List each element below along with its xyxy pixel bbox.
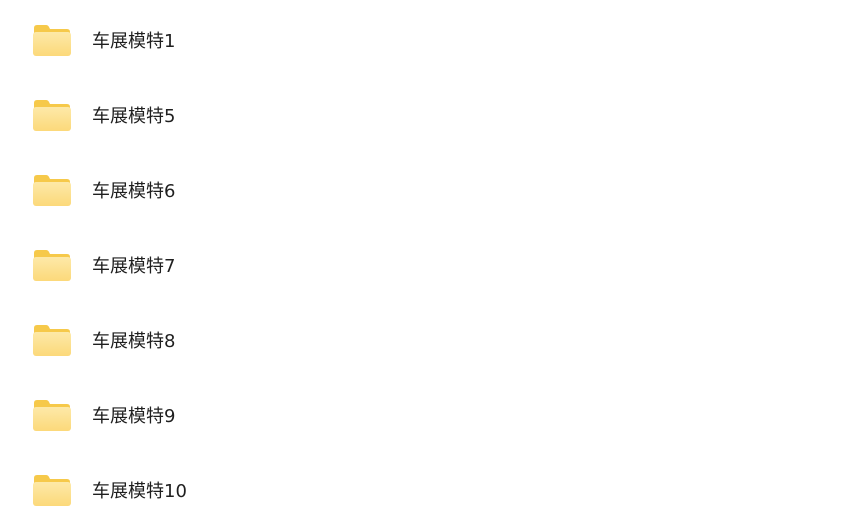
folder-item-9[interactable]: 车展模特9 — [22, 392, 442, 438]
folder-name: 车展模特6 — [92, 181, 176, 202]
folder-name: 车展模特5 — [92, 106, 176, 127]
folder-name: 车展模特10 — [92, 481, 187, 502]
folder-name: 车展模特9 — [92, 406, 176, 427]
folder-item-5[interactable]: 车展模特5 — [22, 92, 442, 138]
folder-list: 车展模特1 车展模特5 车展模特6 车展模特7 车展模特8 车展模特9 车展模特… — [0, 0, 850, 530]
folder-item-7[interactable]: 车展模特7 — [22, 242, 442, 288]
folder-name: 车展模特7 — [92, 256, 176, 277]
folder-item-8[interactable]: 车展模特8 — [22, 317, 442, 363]
folder-item-10[interactable]: 车展模特10 — [22, 467, 442, 513]
folder-icon — [32, 22, 72, 58]
folder-icon — [32, 322, 72, 358]
folder-icon — [32, 472, 72, 508]
folder-name: 车展模特8 — [92, 331, 176, 352]
folder-item-1[interactable]: 车展模特1 — [22, 17, 442, 63]
folder-icon — [32, 172, 72, 208]
folder-item-6[interactable]: 车展模特6 — [22, 167, 442, 213]
folder-name: 车展模特1 — [92, 31, 176, 52]
folder-icon — [32, 247, 72, 283]
folder-icon — [32, 397, 72, 433]
folder-icon — [32, 97, 72, 133]
